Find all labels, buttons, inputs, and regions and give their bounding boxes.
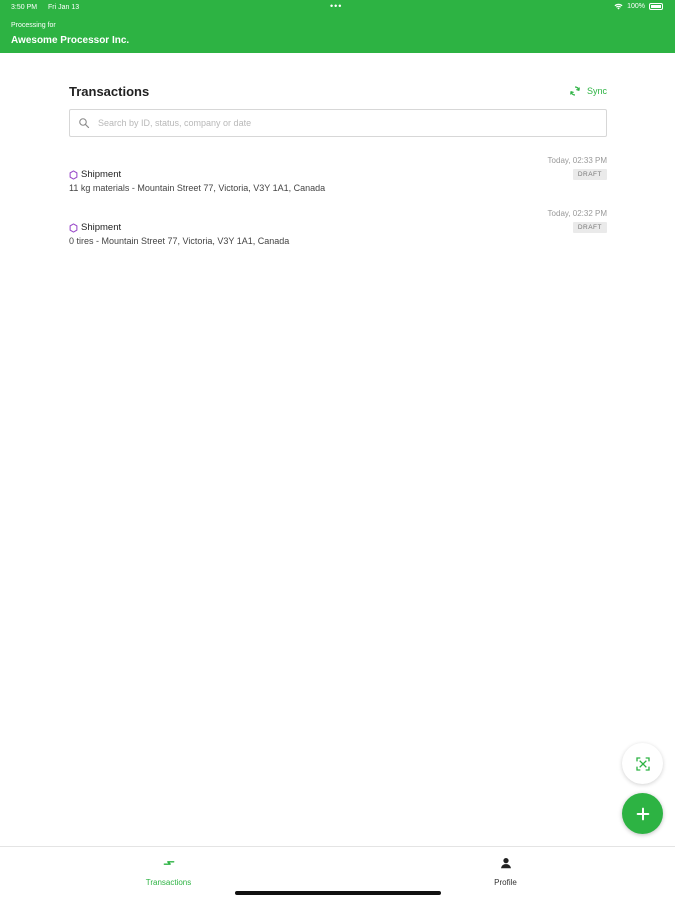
- sync-button[interactable]: Sync: [569, 85, 607, 97]
- multitasking-dots[interactable]: •••: [330, 1, 342, 11]
- status-badge: DRAFT: [572, 169, 607, 180]
- status-left: 3:50 PM Fri Jan 13: [11, 4, 88, 11]
- plus-icon: [636, 807, 649, 820]
- search-field[interactable]: [69, 109, 607, 137]
- battery-icon: [649, 3, 663, 10]
- app-header: 3:50 PM Fri Jan 13 ••• 100% Processing f…: [0, 0, 675, 53]
- sync-icon: [570, 86, 580, 96]
- transactions-icon: [163, 861, 174, 865]
- status-bar: 3:50 PM Fri Jan 13 ••• 100%: [0, 0, 675, 16]
- tab-profile-label: Profile: [494, 878, 517, 887]
- page-title: Transactions: [69, 84, 150, 99]
- status-time: 3:50 PM: [11, 4, 38, 11]
- search-input[interactable]: [98, 118, 578, 128]
- home-indicator[interactable]: [235, 891, 441, 895]
- transaction-description: 11 kg materials - Mountain Street 77, Vi…: [69, 183, 326, 193]
- shipment-hexagon-icon: [69, 169, 78, 180]
- status-badge: DRAFT: [572, 222, 607, 233]
- transaction-description: 0 tires - Mountain Street 77, Victoria, …: [69, 236, 290, 246]
- title-row: Transactions Sync: [69, 80, 607, 106]
- transactions-list: Today, 02:33 PM DRAFT Shipment 11 kg mat…: [69, 154, 607, 260]
- scan-icon: [635, 756, 650, 771]
- transaction-type: Shipment: [69, 222, 121, 233]
- transaction-type: Shipment: [69, 169, 121, 180]
- transaction-row[interactable]: Today, 02:32 PM DRAFT Shipment 0 tires -…: [69, 207, 607, 260]
- status-date: Fri Jan 13: [48, 4, 80, 11]
- profile-icon: [500, 858, 511, 869]
- add-transaction-button[interactable]: [622, 793, 663, 834]
- tab-transactions-label: Transactions: [145, 878, 192, 887]
- sync-label: Sync: [586, 86, 607, 96]
- status-right: 100%: [614, 3, 663, 10]
- search-icon: [79, 118, 90, 129]
- battery-percent: 100%: [627, 3, 645, 10]
- transaction-row[interactable]: Today, 02:33 PM DRAFT Shipment 11 kg mat…: [69, 154, 607, 207]
- transaction-type-label: Shipment: [81, 222, 122, 233]
- main-content: Transactions Sync Today, 02:33 PM DRAFT: [69, 80, 607, 246]
- shipment-hexagon-icon: [69, 222, 78, 233]
- processing-for-label: Processing for: [11, 22, 56, 29]
- transaction-time: Today, 02:33 PM: [547, 156, 607, 165]
- processor-company-name[interactable]: Awesome Processor Inc.: [11, 35, 129, 46]
- scan-button[interactable]: [622, 743, 663, 784]
- transaction-type-label: Shipment: [81, 169, 122, 180]
- transaction-time: Today, 02:32 PM: [547, 209, 607, 218]
- wifi-icon: [614, 3, 623, 10]
